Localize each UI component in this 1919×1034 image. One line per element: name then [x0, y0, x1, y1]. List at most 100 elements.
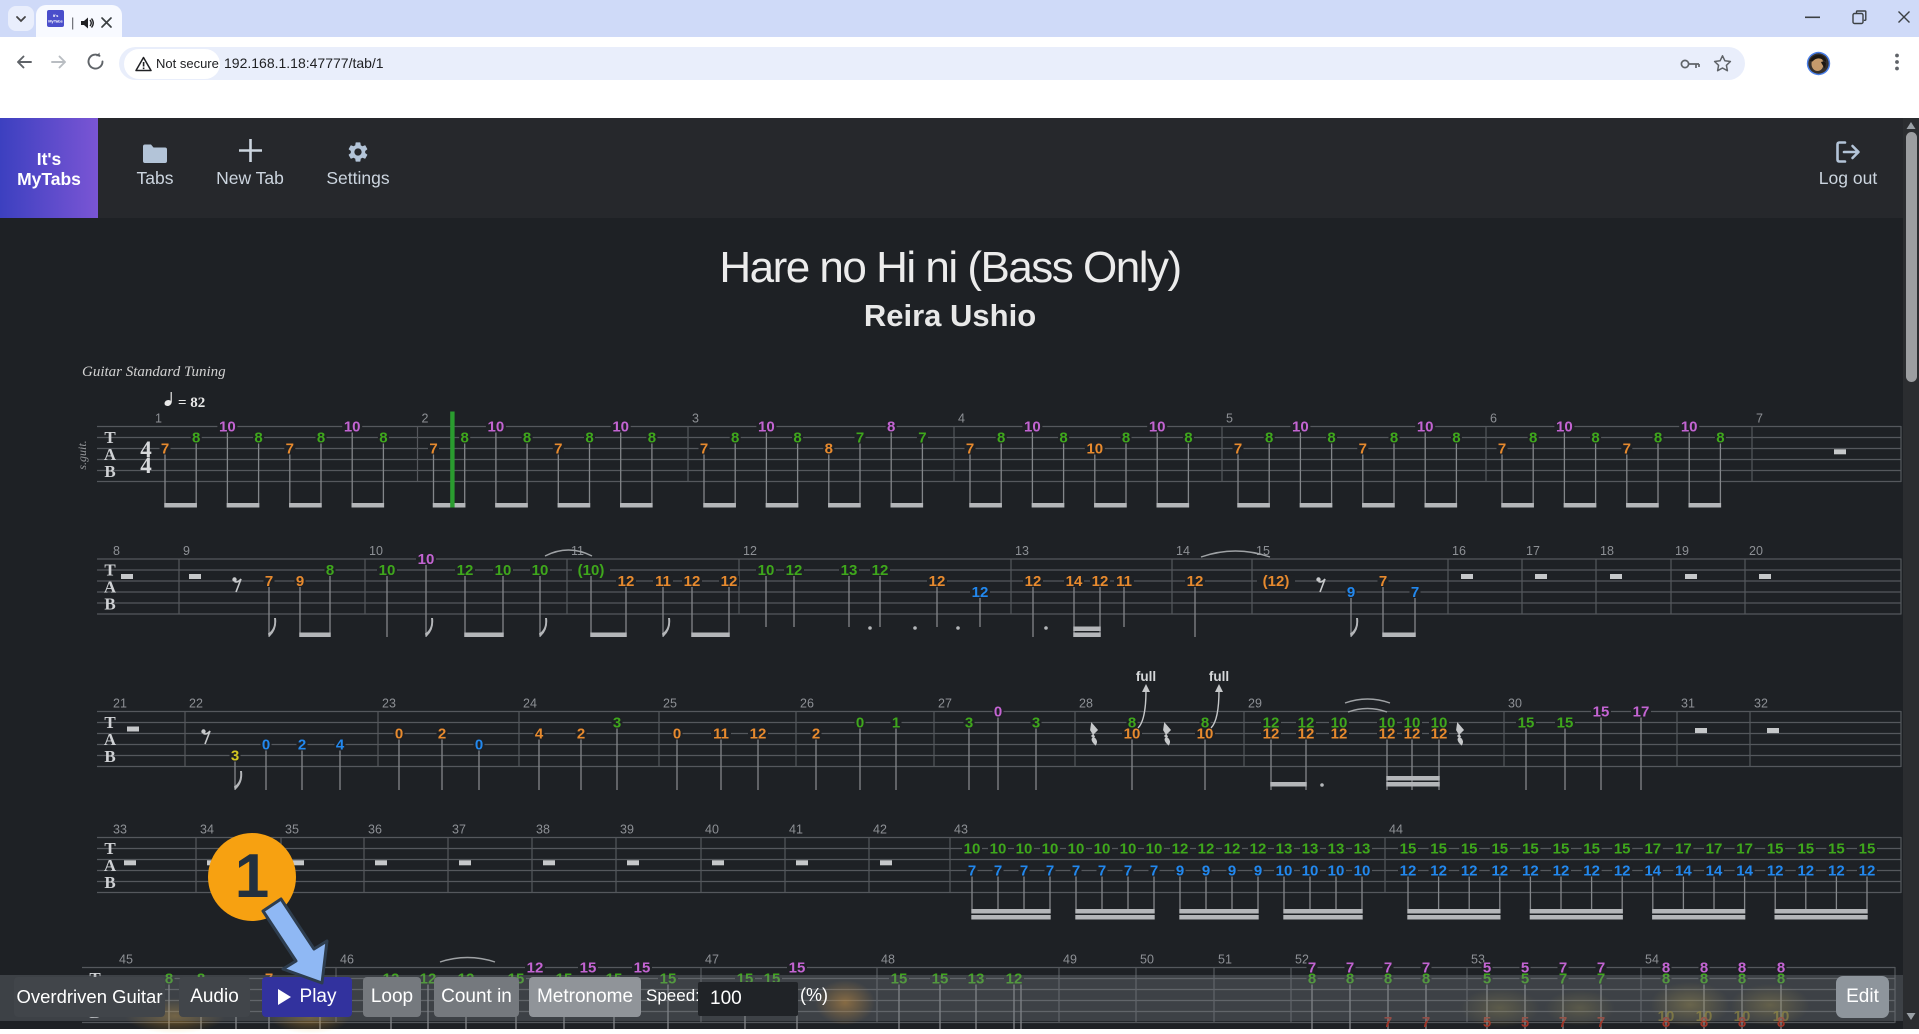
svg-text:3: 3	[613, 715, 621, 732]
svg-text:25: 25	[663, 697, 677, 711]
svg-text:10: 10	[369, 544, 383, 558]
svg-text:10: 10	[344, 419, 361, 436]
svg-text:10: 10	[612, 419, 629, 436]
svg-text:7: 7	[161, 441, 169, 458]
svg-text:39: 39	[620, 823, 634, 837]
svg-text:13: 13	[841, 562, 858, 579]
svg-text:7: 7	[856, 430, 864, 447]
svg-text:7: 7	[265, 573, 273, 590]
svg-text:9: 9	[183, 544, 190, 558]
svg-text:35: 35	[285, 823, 299, 837]
svg-text:3: 3	[231, 748, 239, 765]
svg-text:8: 8	[379, 430, 387, 447]
svg-text:15: 15	[1583, 841, 1600, 858]
svg-text:2: 2	[298, 737, 306, 754]
svg-text:10: 10	[379, 562, 396, 579]
svg-text:8: 8	[254, 430, 262, 447]
svg-text:12: 12	[972, 584, 989, 601]
svg-text:12: 12	[1431, 726, 1448, 743]
svg-text:7: 7	[1046, 863, 1054, 880]
svg-text:7: 7	[1411, 584, 1419, 601]
svg-text:15: 15	[1430, 841, 1447, 858]
svg-text:11: 11	[713, 726, 729, 743]
svg-text:51: 51	[1218, 953, 1232, 967]
svg-text:12: 12	[721, 573, 738, 590]
svg-text:12: 12	[457, 562, 474, 579]
svg-text:15: 15	[1614, 841, 1631, 858]
svg-text:8: 8	[461, 430, 469, 447]
svg-text:8: 8	[648, 430, 656, 447]
svg-text:7: 7	[1234, 441, 1242, 458]
svg-text:12: 12	[1859, 863, 1876, 880]
svg-text:9: 9	[1202, 863, 1210, 880]
svg-text:28: 28	[1079, 697, 1093, 711]
svg-text:10: 10	[219, 419, 236, 436]
svg-text:7: 7	[1124, 863, 1132, 880]
svg-text:4: 4	[140, 453, 152, 478]
svg-text:10: 10	[1146, 841, 1163, 858]
svg-text:10: 10	[1681, 419, 1698, 436]
svg-text:12: 12	[872, 562, 889, 579]
svg-text:0: 0	[475, 737, 483, 754]
svg-text:22: 22	[189, 697, 203, 711]
svg-text:B: B	[104, 747, 115, 766]
svg-text:12: 12	[1400, 863, 1417, 880]
svg-text:9: 9	[1176, 863, 1184, 880]
svg-text:8: 8	[523, 430, 531, 447]
svg-text:48: 48	[881, 953, 895, 967]
svg-text:8: 8	[1654, 430, 1662, 447]
svg-text:8: 8	[326, 562, 334, 579]
svg-text:10: 10	[1417, 419, 1434, 436]
svg-text:10: 10	[990, 841, 1007, 858]
svg-text:12: 12	[1767, 863, 1784, 880]
svg-text:8: 8	[1327, 430, 1335, 447]
svg-text:10: 10	[418, 551, 435, 568]
svg-text:12: 12	[1331, 726, 1348, 743]
svg-text:8: 8	[1122, 430, 1130, 447]
svg-text:13: 13	[1015, 544, 1029, 558]
svg-text:8: 8	[1265, 430, 1273, 447]
svg-text:B: B	[104, 873, 115, 892]
svg-text:0: 0	[994, 704, 1002, 721]
svg-text:11: 11	[655, 573, 671, 590]
svg-text:15: 15	[1593, 704, 1610, 721]
svg-text:49: 49	[1063, 953, 1077, 967]
svg-text:13: 13	[1302, 841, 1319, 858]
svg-text:Guitar Standard Tuning: Guitar Standard Tuning	[82, 364, 226, 380]
svg-text:12: 12	[1198, 841, 1215, 858]
svg-text:14: 14	[1644, 863, 1661, 880]
svg-text:4: 4	[336, 737, 345, 754]
svg-text:12: 12	[1298, 726, 1315, 743]
svg-text:34: 34	[200, 823, 214, 837]
svg-text:10: 10	[1292, 419, 1309, 436]
svg-text:15: 15	[1518, 715, 1535, 732]
svg-text:12: 12	[1404, 726, 1421, 743]
svg-text:12: 12	[1092, 573, 1109, 590]
svg-text:15: 15	[1557, 715, 1574, 732]
svg-text:8: 8	[1390, 430, 1398, 447]
svg-text:= 82: = 82	[178, 395, 205, 411]
svg-text:16: 16	[1452, 544, 1466, 558]
svg-text:17: 17	[1633, 704, 1650, 721]
svg-text:7: 7	[1756, 412, 1763, 426]
svg-text:18: 18	[1600, 544, 1614, 558]
svg-text:10: 10	[1302, 863, 1319, 880]
svg-text:31: 31	[1681, 697, 1695, 711]
svg-text:8: 8	[1184, 430, 1192, 447]
svg-text:10: 10	[1124, 726, 1141, 743]
svg-text:8: 8	[113, 544, 120, 558]
svg-text:14: 14	[1675, 863, 1692, 880]
svg-text:11: 11	[1116, 573, 1132, 590]
svg-text:44: 44	[1389, 823, 1403, 837]
svg-text:8: 8	[731, 430, 739, 447]
svg-text:10: 10	[758, 419, 775, 436]
svg-text:15: 15	[1767, 841, 1784, 858]
svg-text:9: 9	[1254, 863, 1262, 880]
svg-text:10: 10	[964, 841, 981, 858]
svg-text:(10): (10)	[578, 562, 605, 579]
svg-text:14: 14	[1706, 863, 1723, 880]
svg-text:10: 10	[1120, 841, 1137, 858]
svg-text:10: 10	[1094, 841, 1111, 858]
svg-text:13: 13	[1328, 841, 1345, 858]
svg-text:15: 15	[1859, 841, 1876, 858]
